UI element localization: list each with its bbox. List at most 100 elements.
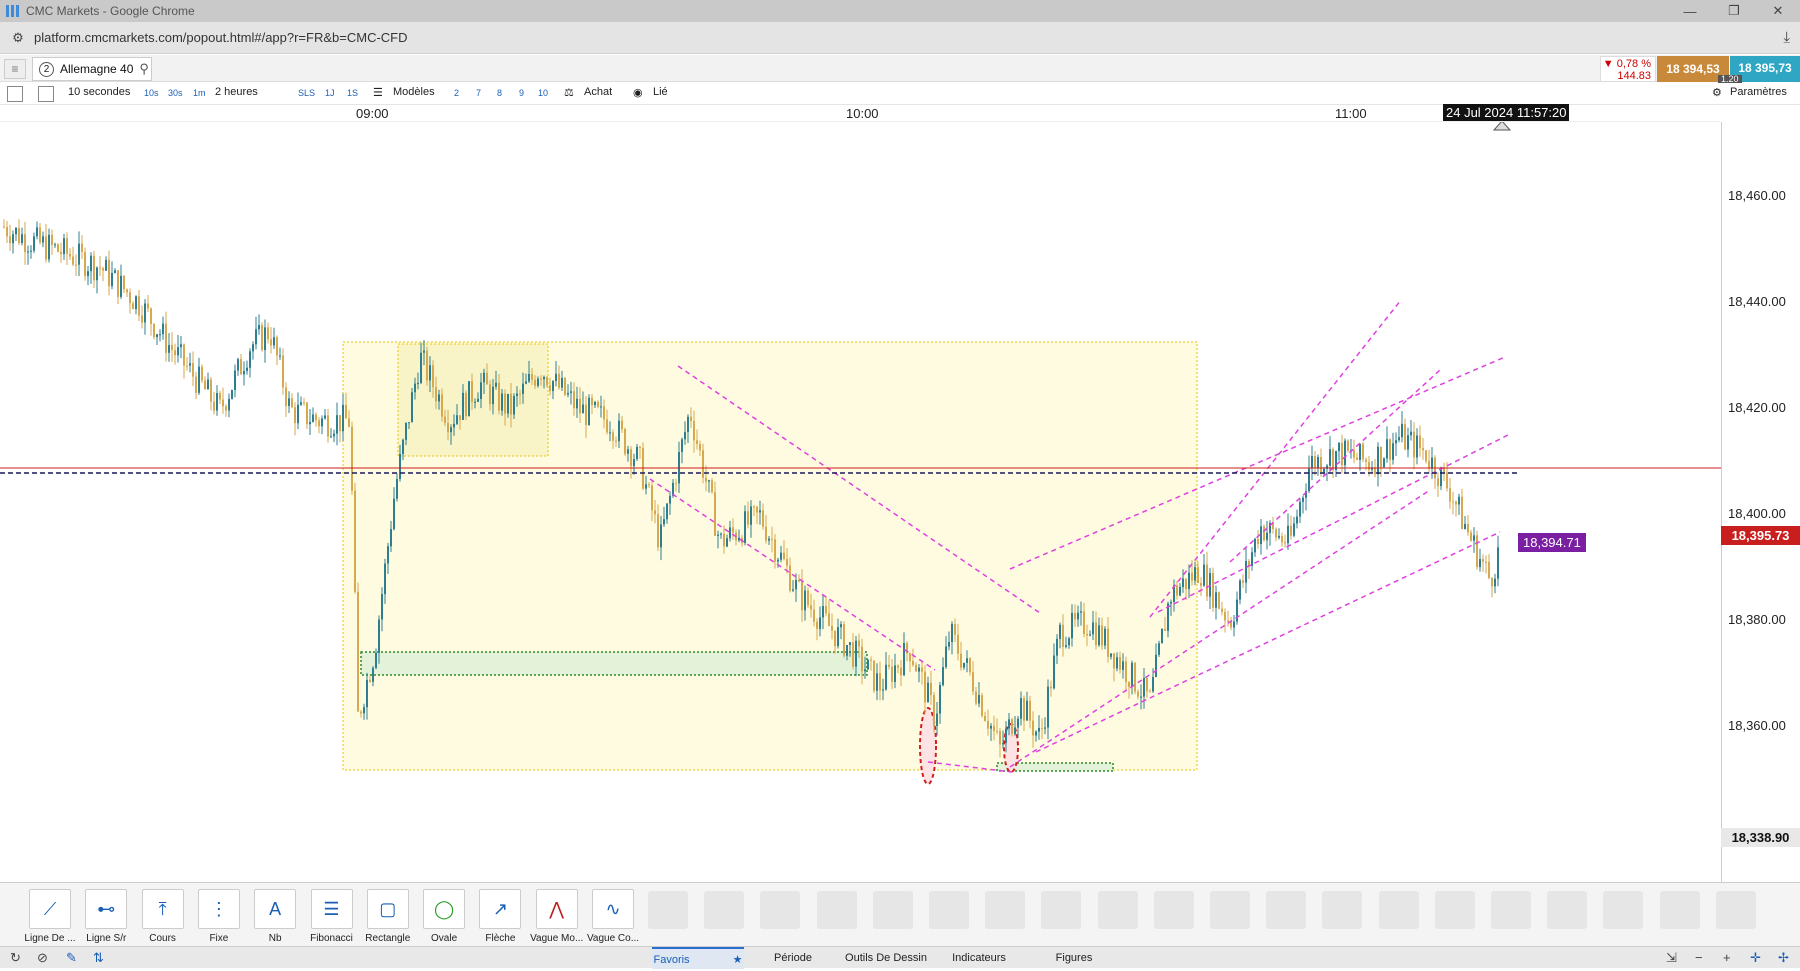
empty-tool-slot[interactable] (704, 891, 745, 929)
empty-tool-slot[interactable] (872, 891, 913, 929)
candle-body (1392, 443, 1394, 460)
instrument-tab[interactable]: 2 Allemagne 40 ⚲ (32, 57, 152, 81)
interval-30s[interactable]: 30s (168, 88, 183, 98)
minimize-icon[interactable]: — (1668, 0, 1712, 22)
pencil-icon[interactable]: ✎ (66, 950, 77, 966)
candle-body (1191, 572, 1193, 581)
interval-1m[interactable]: 1m (193, 88, 206, 98)
candle-body (711, 480, 713, 493)
tool-wave-corrective[interactable]: ∿ (592, 889, 634, 929)
empty-tool-slot[interactable] (1434, 891, 1475, 929)
candle-body (1245, 560, 1247, 583)
candle-body (423, 350, 425, 353)
price-chart[interactable] (0, 122, 1800, 881)
tool-rectangle[interactable]: ▢ (366, 889, 409, 929)
side-button[interactable]: Achat (584, 86, 612, 98)
layout-list-icon[interactable] (7, 86, 23, 102)
tool-oval[interactable]: ◯ (423, 889, 466, 929)
empty-tool-slot[interactable] (648, 891, 688, 929)
candle-body (453, 423, 455, 428)
empty-tool-slot[interactable] (1153, 891, 1194, 929)
empty-tool-slot[interactable] (985, 891, 1026, 929)
empty-tool-slot[interactable] (760, 891, 801, 929)
templates-button[interactable]: Modèles (393, 86, 435, 98)
candle-body (1356, 457, 1358, 460)
tab-favoris[interactable]: Favoris ★ (652, 947, 744, 969)
refresh-icon[interactable]: ↻ (10, 950, 21, 966)
candle-body (1314, 456, 1316, 469)
download-icon[interactable]: ⤓ (1783, 29, 1790, 46)
empty-tool-slot[interactable] (816, 891, 857, 929)
count-8[interactable]: 8 (497, 88, 502, 98)
range-sls[interactable]: SLS (298, 88, 315, 98)
candle-body (1485, 561, 1487, 563)
empty-tool-slot[interactable] (1097, 891, 1138, 929)
crosshair-icon[interactable]: ✛ (1750, 950, 1761, 966)
range-select[interactable]: 2 heures (215, 86, 258, 98)
candle-body (1146, 678, 1148, 692)
candle-body (543, 376, 545, 380)
tab-indicateurs[interactable]: Indicateurs (931, 947, 1027, 969)
url-text[interactable]: platform.cmcmarkets.com/popout.html#/app… (34, 30, 408, 45)
empty-tool-slot[interactable] (1715, 891, 1756, 929)
line-price-tag[interactable]: 18,394.71 (1518, 533, 1586, 552)
zoom-out-icon[interactable]: − (1695, 950, 1703, 965)
empty-tool-slot[interactable] (1378, 891, 1419, 929)
candle-body (1353, 450, 1355, 458)
tool-price-line[interactable]: ⤒ (141, 889, 184, 929)
empty-tool-slot[interactable] (1210, 891, 1250, 929)
search-icon[interactable]: ⚲ (139, 61, 149, 77)
candle-body (657, 514, 659, 548)
count-2[interactable]: 2 (454, 88, 459, 98)
eye-icon: ◉ (633, 87, 643, 99)
interval-select[interactable]: 10 secondes (68, 86, 130, 98)
candle-body (405, 423, 407, 440)
candle-body (42, 236, 44, 243)
menu-icon[interactable]: ≡ (4, 59, 26, 79)
tool-fibonacci[interactable]: ☰ (310, 889, 353, 929)
empty-tool-slot[interactable] (1659, 891, 1700, 929)
tool-arrow[interactable]: ↗ (479, 889, 522, 929)
candle-body (993, 725, 995, 732)
swap-icon[interactable]: ⇅ (93, 950, 104, 966)
cancel-icon[interactable]: ⊘ (37, 950, 48, 966)
empty-tool-slot[interactable] (1491, 891, 1531, 929)
close-icon[interactable]: ✕ (1756, 0, 1800, 22)
count-7[interactable]: 7 (476, 88, 481, 98)
range-1j[interactable]: 1J (325, 88, 335, 98)
restore-icon[interactable]: ❐ (1712, 0, 1756, 22)
empty-tool-slot[interactable] (1322, 891, 1363, 929)
candle-body (24, 234, 26, 253)
empty-tool-slot[interactable] (1547, 891, 1588, 929)
candle-body (1176, 585, 1178, 596)
tool-line[interactable]: ⟋ (29, 889, 71, 929)
range-1s[interactable]: 1S (347, 88, 358, 98)
empty-tool-slot[interactable] (929, 891, 969, 929)
tool-wave[interactable]: ⋀ (535, 889, 578, 929)
zoom-in-icon[interactable]: + (1723, 950, 1731, 965)
tab-periode[interactable]: Période (745, 947, 841, 969)
tab-figures[interactable]: Figures (1028, 947, 1120, 969)
fit-icon[interactable]: ✢ (1778, 950, 1789, 966)
candle-body (1011, 719, 1013, 735)
empty-tool-slot[interactable] (1603, 891, 1644, 929)
tool-text[interactable]: A (254, 889, 297, 929)
tool-fixed-line[interactable]: ⋮ (197, 889, 240, 929)
pin-icon[interactable]: ⇲ (1666, 950, 1677, 966)
layout-grid-icon[interactable] (38, 86, 54, 102)
count-10[interactable]: 10 (538, 88, 548, 98)
candle-body (645, 484, 647, 489)
empty-tool-slot[interactable] (1266, 891, 1307, 929)
candle-body (1194, 567, 1196, 581)
candle-body (270, 339, 272, 346)
tab-outils-de-dessin[interactable]: Outils De Dessin (842, 947, 930, 969)
linked-button[interactable]: Lié (653, 86, 668, 98)
candle-body (15, 227, 17, 235)
settings-button[interactable]: Paramètres (1730, 86, 1787, 98)
candle-body (927, 682, 929, 703)
site-settings-icon[interactable]: ⚙ (10, 30, 26, 46)
tool-sr-line[interactable]: ⊷ (85, 889, 128, 929)
empty-tool-slot[interactable] (1041, 891, 1082, 929)
interval-10s[interactable]: 10s (144, 88, 159, 98)
count-9[interactable]: 9 (519, 88, 524, 98)
